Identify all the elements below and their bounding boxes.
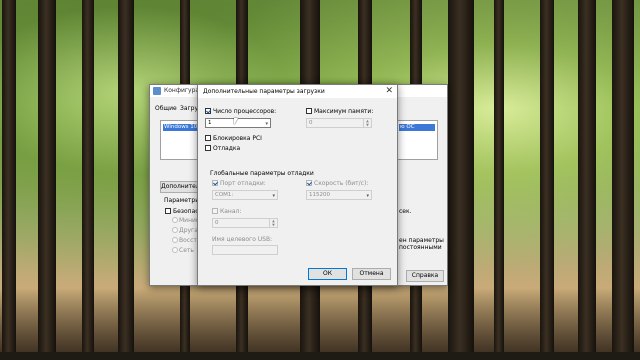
cpu-count-checkbox[interactable] <box>205 108 211 114</box>
close-icon[interactable]: ✕ <box>385 86 393 96</box>
cancel-button[interactable]: Отмена <box>352 268 391 280</box>
usb-target-input[interactable] <box>212 245 278 255</box>
safe-boot-checkbox[interactable] <box>165 208 171 214</box>
debug-checkbox[interactable] <box>205 145 211 151</box>
tree-trunk <box>448 0 474 352</box>
max-memory-value: 0 <box>309 120 313 126</box>
tree-trunk <box>494 0 504 352</box>
max-memory-input[interactable]: 0 ▲ ▼ <box>306 118 372 128</box>
channel-checkbox[interactable] <box>212 208 218 214</box>
boot-os-entry-right[interactable]: ю ОС <box>399 124 435 131</box>
dialog-title: Дополнительные параметры загрузки <box>203 88 325 95</box>
global-debug-label: Глобальные параметры отладки <box>210 170 314 177</box>
tree-trunk <box>578 0 596 352</box>
debug-port-select[interactable]: COM1: ▾ <box>212 190 278 200</box>
chevron-down-icon: ▾ <box>366 193 369 199</box>
window-title: Конфигура <box>164 87 200 94</box>
radio-repair[interactable] <box>172 237 178 243</box>
baud-rate-checkbox[interactable] <box>306 180 312 186</box>
baud-rate-select[interactable]: 115200 ▾ <box>306 190 372 200</box>
advanced-options-button[interactable]: Дополнител <box>160 181 200 193</box>
debug-port-value: COM1: <box>215 192 234 198</box>
tree-trunk <box>118 0 134 352</box>
boot-os-entry[interactable]: Windows 10 ( <box>163 124 199 131</box>
channel-input[interactable]: 0 ▲ ▼ <box>212 218 278 228</box>
persist-text-2: постоянными <box>399 244 442 251</box>
boot-os-list[interactable]: Windows 10 ( <box>160 120 202 160</box>
max-memory-checkbox[interactable] <box>306 108 312 114</box>
mouse-cursor-icon <box>234 118 238 125</box>
tab-general[interactable]: Общие <box>155 105 177 112</box>
debug-port-label: Порт отладки: <box>220 180 266 187</box>
spinner-icon[interactable]: ▲ ▼ <box>269 219 277 227</box>
channel-label: Канал: <box>220 208 242 215</box>
timeout-suffix: сек. <box>399 208 412 215</box>
cpu-count-value: 1 <box>208 120 212 126</box>
dialog-title-bar: Дополнительные параметры загрузки ✕ <box>198 85 397 98</box>
radio-minimal[interactable] <box>172 217 178 223</box>
chevron-down-icon: ▾ <box>272 193 275 199</box>
baud-rate-label: Скорость (бит/с): <box>314 180 369 187</box>
channel-value: 0 <box>215 220 219 226</box>
cpu-count-label: Число процессоров: <box>213 108 277 115</box>
debug-label: Отладка <box>213 145 241 152</box>
msconfig-icon <box>153 87 161 95</box>
pci-lock-label: Блокировка PCI <box>213 135 262 142</box>
spinner-icon[interactable]: ▲ ▼ <box>363 119 371 127</box>
radio-network-label: Сеть <box>179 247 194 254</box>
debug-port-checkbox[interactable] <box>212 180 218 186</box>
boot-os-list-right[interactable]: ю ОС <box>396 120 438 160</box>
cpu-count-select[interactable]: 1 ▾ <box>205 118 271 128</box>
persist-text-1: ен параметры <box>399 237 444 244</box>
tree-trunk <box>2 0 16 352</box>
radio-network[interactable] <box>172 247 178 253</box>
radio-alternate[interactable] <box>172 227 178 233</box>
tree-trunk <box>612 0 634 352</box>
ok-button[interactable]: ОК <box>308 268 347 280</box>
help-button[interactable]: Справка <box>406 270 444 282</box>
chevron-down-icon: ▾ <box>265 121 268 127</box>
advanced-boot-options-dialog: Дополнительные параметры загрузки ✕ Числ… <box>197 84 398 286</box>
tree-trunk <box>540 0 554 352</box>
tree-trunk <box>38 0 56 352</box>
usb-target-label: Имя целевого USB: <box>212 236 273 243</box>
taskbar <box>0 352 640 360</box>
tree-trunk <box>82 0 94 352</box>
max-memory-label: Максимум памяти: <box>314 108 374 115</box>
baud-rate-value: 115200 <box>309 192 330 198</box>
pci-lock-checkbox[interactable] <box>205 135 211 141</box>
